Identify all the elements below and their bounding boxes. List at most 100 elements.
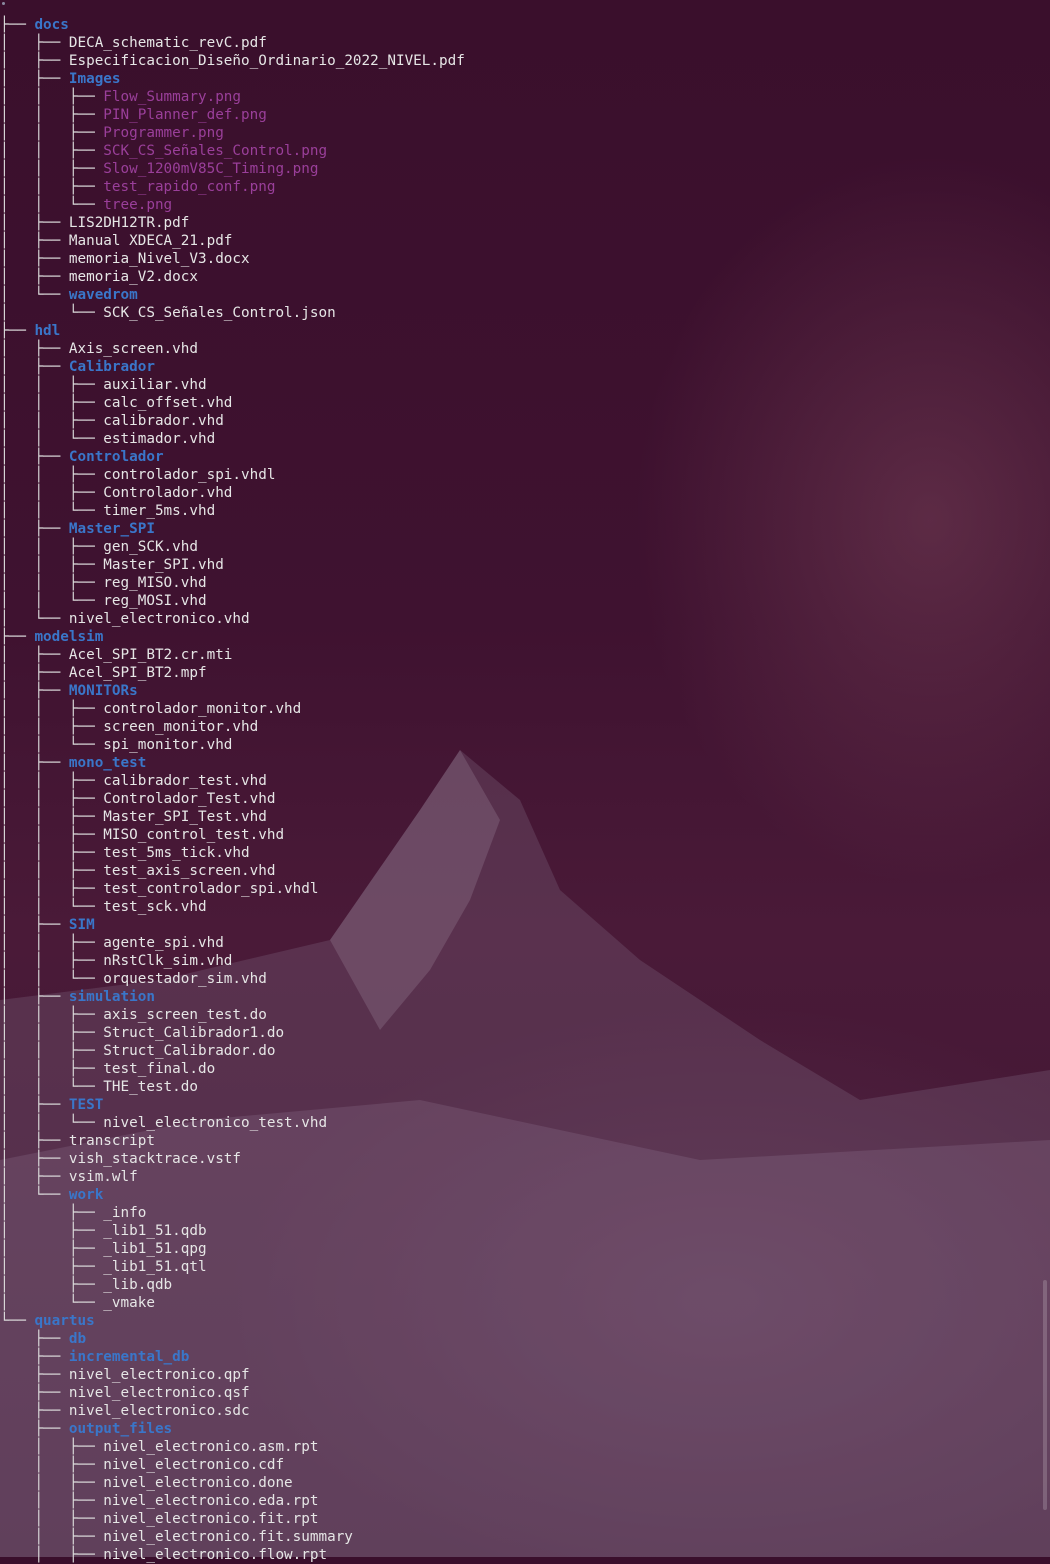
file-name: timer_5ms.vhd <box>103 503 216 519</box>
file-name: _vmake <box>103 1295 155 1311</box>
tree-row-file: │ ├── nivel_electronico.cdf <box>0 1456 465 1474</box>
tree-row-directory: ├── modelsim <box>0 628 465 646</box>
tree-branch-prefix: │ │ ├── <box>0 935 104 951</box>
file-name: tree.png <box>103 197 173 213</box>
tree-branch-prefix: │ │ ├── <box>0 143 104 159</box>
directory-name: incremental_db <box>68 1349 190 1365</box>
tree-row-file: │ │ └── orquestador_sim.vhd <box>0 970 465 988</box>
file-name: test_axis_screen.vhd <box>103 863 276 879</box>
tree-branch-prefix: │ ├── <box>0 917 69 933</box>
directory-name: hdl <box>34 323 61 339</box>
tree-branch-prefix: │ ├── <box>0 53 69 69</box>
file-name: vsim.wlf <box>68 1169 138 1185</box>
tree-branch-prefix: │ ├── <box>0 989 69 1005</box>
file-name: Slow_1200mV85C_Timing.png <box>103 161 319 177</box>
tree-branch-prefix: │ ├── <box>0 1097 69 1113</box>
tree-row-file: │ ├── vsim.wlf <box>0 1168 465 1186</box>
tree-branch-prefix: │ │ └── <box>0 431 104 447</box>
file-name: nivel_electronico.qsf <box>68 1385 250 1401</box>
tree-branch-prefix: │ ├── <box>0 647 69 663</box>
tree-row-file: │ │ ├── test_axis_screen.vhd <box>0 862 465 880</box>
tree-branch-prefix: │ ├── <box>0 1493 104 1509</box>
file-name: Manual XDECA_21.pdf <box>68 233 233 249</box>
directory-name: Master_SPI <box>68 521 155 537</box>
directory-name: Images <box>68 71 121 87</box>
tree-branch-prefix: │ ├── <box>0 215 69 231</box>
file-name: spi_monitor.vhd <box>103 737 233 753</box>
tree-row-file: │ │ ├── Master_SPI_Test.vhd <box>0 808 465 826</box>
directory-name: db <box>68 1331 87 1347</box>
file-name: gen_SCK.vhd <box>103 539 198 555</box>
directory-name: MONITORs <box>68 683 138 699</box>
tree-branch-prefix: │ └── <box>0 1187 69 1203</box>
file-name: controlador_spi.vhdl <box>103 467 276 483</box>
directory-name: Controlador <box>68 449 164 465</box>
file-name: Acel_SPI_BT2.cr.mti <box>68 647 233 663</box>
tree-row-file: │ ├── nivel_electronico.fit.rpt <box>0 1510 465 1528</box>
file-name: nivel_electronico.sdc <box>68 1403 250 1419</box>
tree-branch-prefix: ├── <box>0 1331 69 1347</box>
tree-row-file: │ └── nivel_electronico.vhd <box>0 610 465 628</box>
tree-branch-prefix: │ │ ├── <box>0 953 104 969</box>
tree-row-file: │ │ ├── Slow_1200mV85C_Timing.png <box>0 160 465 178</box>
tree-branch-prefix: │ ├── <box>0 233 69 249</box>
tree-row-file: ├── nivel_electronico.sdc <box>0 1402 465 1420</box>
terminal-cursor-dot <box>2 2 5 5</box>
tree-row-file: │ │ ├── calibrador.vhd <box>0 412 465 430</box>
tree-row-directory: │ ├── TEST <box>0 1096 465 1114</box>
tree-row-file: │ ├── nivel_electronico.done <box>0 1474 465 1492</box>
file-name: SCK_CS_Señales_Control.json <box>103 305 336 321</box>
tree-row-file: │ ├── _lib.qdb <box>0 1276 465 1294</box>
tree-row-directory: │ ├── Master_SPI <box>0 520 465 538</box>
file-name: SCK_CS_Señales_Control.png <box>103 143 328 159</box>
tree-branch-prefix: │ │ ├── <box>0 107 104 123</box>
tree-row-directory: ├── output_files <box>0 1420 465 1438</box>
tree-branch-prefix: │ ├── <box>0 1169 69 1185</box>
file-name: test_5ms_tick.vhd <box>103 845 250 861</box>
tree-row-file: │ │ ├── PIN_Planner_def.png <box>0 106 465 124</box>
tree-row-file: │ │ ├── agente_spi.vhd <box>0 934 465 952</box>
tree-row-file: │ ├── nivel_electronico.asm.rpt <box>0 1438 465 1456</box>
file-name: Especificacion_Diseño_Ordinario_2022_NIV… <box>68 53 465 69</box>
tree-branch-prefix: │ ├── <box>0 71 69 87</box>
tree-row-file: │ │ ├── calc_offset.vhd <box>0 394 465 412</box>
tree-row-file: ├── nivel_electronico.qsf <box>0 1384 465 1402</box>
tree-row-file: │ │ ├── calibrador_test.vhd <box>0 772 465 790</box>
file-name: orquestador_sim.vhd <box>103 971 267 987</box>
file-name: Flow_Summary.png <box>103 89 242 105</box>
tree-branch-prefix: │ ├── <box>0 35 69 51</box>
tree-row-file: │ │ └── nivel_electronico_test.vhd <box>0 1114 465 1132</box>
tree-branch-prefix: │ │ ├── <box>0 161 104 177</box>
file-name: agente_spi.vhd <box>103 935 224 951</box>
tree-branch-prefix: │ ├── <box>0 341 69 357</box>
file-name: nivel_electronico.asm.rpt <box>103 1439 319 1455</box>
file-name: transcript <box>68 1133 155 1149</box>
file-name: estimador.vhd <box>103 431 216 447</box>
directory-name: mono_test <box>68 755 147 771</box>
tree-row-file: │ │ ├── auxiliar.vhd <box>0 376 465 394</box>
file-name: calc_offset.vhd <box>103 395 233 411</box>
tree-branch-prefix: ├── <box>0 1403 69 1419</box>
tree-branch-prefix: │ ├── <box>0 1439 104 1455</box>
tree-branch-prefix: │ │ ├── <box>0 125 104 141</box>
tree-row-file: ├── nivel_electronico.qpf <box>0 1366 465 1384</box>
file-name: memoria_Nivel_V3.docx <box>68 251 250 267</box>
file-name: auxiliar.vhd <box>103 377 207 393</box>
tree-row-directory: │ └── work <box>0 1186 465 1204</box>
tree-branch-prefix: │ ├── <box>0 521 69 537</box>
file-name: _lib1_51.qdb <box>103 1223 207 1239</box>
tree-branch-prefix: │ ├── <box>0 1277 104 1293</box>
tree-branch-prefix: │ │ ├── <box>0 773 104 789</box>
tree-branch-prefix: │ └── <box>0 305 104 321</box>
tree-row-file: │ ├── vish_stacktrace.vstf <box>0 1150 465 1168</box>
file-name: nivel_electronico.fit.summary <box>103 1529 353 1545</box>
file-name: controlador_monitor.vhd <box>103 701 302 717</box>
tree-row-file: │ ├── Acel_SPI_BT2.mpf <box>0 664 465 682</box>
tree-branch-prefix: │ ├── <box>0 1151 69 1167</box>
tree-row-file: │ │ └── spi_monitor.vhd <box>0 736 465 754</box>
tree-branch-prefix: │ │ └── <box>0 593 104 609</box>
tree-branch-prefix: │ └── <box>0 287 69 303</box>
scrollbar-thumb[interactable] <box>1043 1280 1047 1510</box>
tree-row-file: │ ├── memoria_V2.docx <box>0 268 465 286</box>
file-name: PIN_Planner_def.png <box>103 107 267 123</box>
